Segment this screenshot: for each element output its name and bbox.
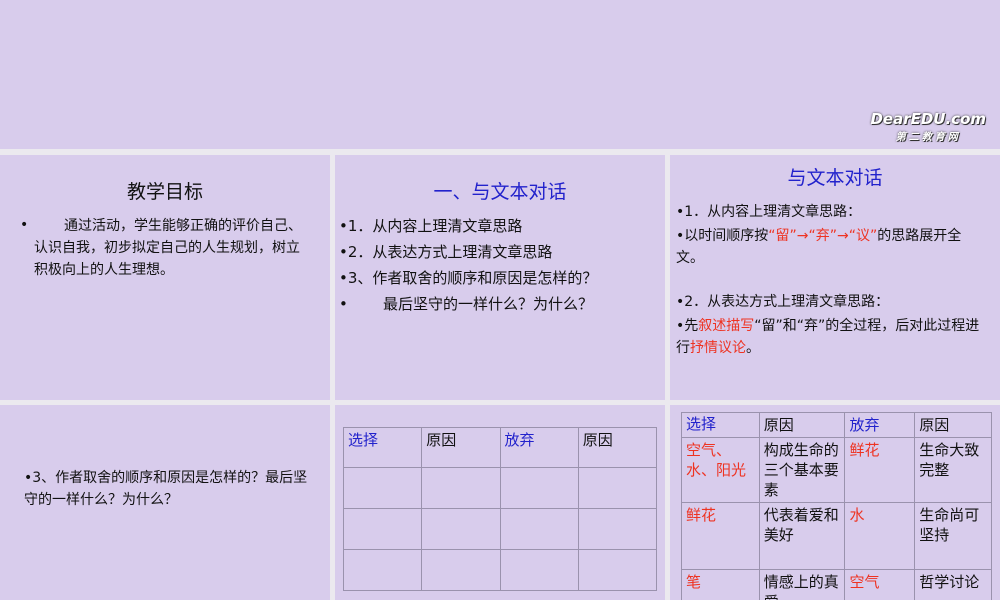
logo-text: DearEDU.com <box>870 110 986 128</box>
highlight: “留”→“弃”→“议” <box>768 228 878 244</box>
header-cell: 选择 <box>681 412 760 438</box>
cell: 构成生命的三个基本要素 <box>758 437 846 503</box>
header-cell: 原因 <box>914 412 992 438</box>
cell: 代表着爱和美好 <box>758 502 846 570</box>
slide-filled-table[interactable]: 选择 原因 放弃 原因 空气、水、阳光 构成生命的三个基本要素 鲜花 生命大致完… <box>670 405 1000 600</box>
header-cell: 放弃 <box>844 412 916 438</box>
table-row: 空气、水、阳光 构成生命的三个基本要素 鲜花 生命大致完整 <box>681 437 992 503</box>
choice-table: 选择 原因 放弃 原因 空气、水、阳光 构成生命的三个基本要素 鲜花 生命大致完… <box>681 412 992 600</box>
cell: 情感上的真爱 <box>758 569 846 600</box>
cell: 空气 <box>844 569 916 600</box>
logo-subtext: 第二教育网 <box>895 132 961 143</box>
slide-empty-table[interactable]: 选择 原因 放弃 原因 <box>335 405 665 600</box>
table-row: 鲜花 代表着爱和美好 水 生命尚可坚持 <box>681 502 992 570</box>
list-item: •3、作者取舍的顺序和原因是怎样的？ <box>339 269 598 287</box>
goal-text: 通过活动，学生能够正确的评价自己、认识自我，初步拟定自己的人生规划，树立积极向上… <box>34 218 302 278</box>
mini-logo <box>960 384 994 396</box>
slide-question[interactable]: •3、作者取舍的顺序和原因是怎样的？最后坚守的一样什么？为什么？ <box>0 405 330 600</box>
table-header: 选择 原因 放弃 原因 <box>342 427 658 468</box>
cell: 哲学讨论 <box>914 569 992 600</box>
header-cell: 原因 <box>421 427 501 468</box>
header-cell: 选择 <box>342 427 423 468</box>
list-item: 最后坚守的一样什么？为什么？ <box>383 295 594 313</box>
slide-title: 教学目标 <box>126 181 203 203</box>
text: •先 <box>676 318 699 334</box>
table-header: 选择 原因 放弃 原因 <box>681 412 992 438</box>
highlight: 叙述描写 <box>698 318 755 334</box>
text: 。 <box>746 340 760 356</box>
slide-dialogue-detail[interactable]: 与文本对话 •1．从内容上理清文章思路： •以时间顺序按“留”→“弃”→“议”的… <box>670 155 1000 400</box>
cell: 鲜花 <box>844 437 916 503</box>
question-text: •3、作者取舍的顺序和原因是怎样的？最后坚守的一样什么？为什么？ <box>24 470 308 508</box>
dearedu-logo: DearEDU.com 第二教育网 <box>870 110 986 143</box>
table-row <box>342 549 658 591</box>
cell: 空气、水、阳光 <box>681 437 760 503</box>
list-item: •2．从表达方式上理清文章思路 <box>339 243 553 261</box>
list-item: •以时间顺序按“留”→“弃”→“议”的思路展开全文。 <box>676 225 988 269</box>
cell: 鲜花 <box>681 502 760 570</box>
slide-teaching-goals[interactable]: 教学目标 • 通过活动，学生能够正确的评价自己、认识自我，初步拟定自己的人生规划… <box>0 155 330 400</box>
slide-top[interactable]: DearEDU.com 第二教育网 <box>0 0 1000 149</box>
table-row <box>342 467 658 509</box>
table-row <box>342 508 658 550</box>
choice-table-empty: 选择 原因 放弃 原因 <box>342 427 658 591</box>
highlight: 抒情议论 <box>690 340 746 356</box>
table-row: 笔 情感上的真爱 空气 哲学讨论 <box>681 569 992 600</box>
bullet: • <box>339 295 348 313</box>
list-item: •1．从内容上理清文章思路 <box>339 217 523 235</box>
cell: 生命尚可坚持 <box>914 502 992 570</box>
mini-logo <box>290 384 324 396</box>
slide-title: 与文本对话 <box>787 167 883 189</box>
slide-dialogue[interactable]: 一、与文本对话 •1．从内容上理清文章思路 •2．从表达方式上理清文章思路 •3… <box>335 155 665 400</box>
text: •以时间顺序按 <box>676 228 769 244</box>
mini-logo <box>625 384 659 396</box>
list-item: •2．从表达方式上理清文章思路： <box>676 294 890 310</box>
cell: 笔 <box>681 569 760 600</box>
header-cell: 原因 <box>758 412 846 438</box>
header-cell: 放弃 <box>499 427 579 468</box>
slide-title: 一、与文本对话 <box>433 181 567 203</box>
list-item: •先叙述描写“留”和“弃”的全过程，后对此过程进行抒情议论。 <box>676 315 988 359</box>
cell: 生命大致完整 <box>914 437 992 503</box>
list-item: •1．从内容上理清文章思路： <box>676 204 862 220</box>
header-cell: 原因 <box>577 427 658 468</box>
cell: 水 <box>844 502 916 570</box>
bullet: • <box>20 217 29 233</box>
